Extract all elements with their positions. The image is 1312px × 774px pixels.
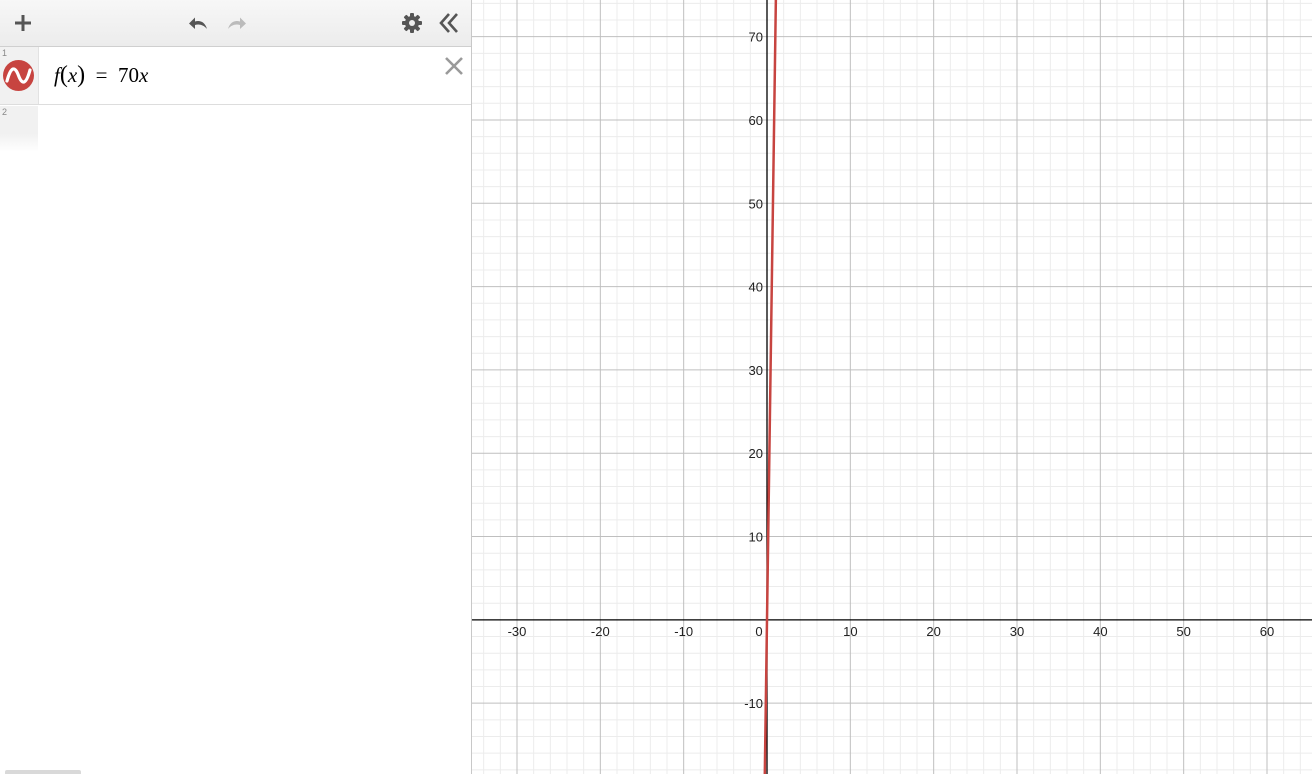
sine-wave-icon: [5, 67, 32, 84]
expression-toolbar: [0, 0, 471, 47]
panel-bottom-tab[interactable]: [5, 770, 81, 774]
rhs-coefficient: 70: [118, 63, 140, 87]
x-tick-label: -20: [591, 624, 610, 639]
x-tick-label: 10: [843, 624, 857, 639]
expression-row[interactable]: 1 f(x) = 70x: [0, 47, 471, 105]
y-tick-label: 70: [749, 30, 763, 45]
double-chevron-left-icon: [439, 13, 458, 33]
tick-labels: -30 -20 -10 0 10 20 30 40 50 60 -10 10 20 30 40 50 60 70: [508, 30, 1275, 712]
gear-icon: [402, 13, 422, 33]
function-variable: x: [67, 63, 78, 87]
delete-expression-button[interactable]: [443, 55, 465, 77]
rhs-variable: x: [139, 63, 149, 87]
y-tick-label: 30: [749, 363, 763, 378]
expression-index: 1: [2, 48, 8, 58]
redo-icon: [228, 17, 246, 29]
redo-button[interactable]: [222, 9, 250, 37]
expression-index: 2: [2, 107, 8, 117]
x-tick-label: -30: [508, 624, 527, 639]
x-tick-label: 0: [755, 624, 762, 639]
graph-canvas[interactable]: -30 -20 -10 0 10 20 30 40 50 60 -10 10 20 30 40 50 60 70: [472, 0, 1312, 774]
add-expression-button[interactable]: [9, 9, 37, 37]
x-tick-label: 20: [926, 624, 940, 639]
graph-visibility-toggle[interactable]: [3, 60, 34, 91]
x-tick-label: -10: [674, 624, 693, 639]
expression-formula[interactable]: f(x) = 70x: [54, 62, 148, 89]
plus-icon: [15, 15, 31, 31]
undo-button[interactable]: [185, 9, 213, 37]
y-tick-label: 20: [749, 446, 763, 461]
x-tick-label: 40: [1093, 624, 1107, 639]
x-tick-label: 60: [1260, 624, 1274, 639]
expression-gutter: 2: [0, 106, 38, 152]
close-icon: [445, 57, 463, 75]
undo-icon: [189, 17, 207, 29]
expression-panel: 1 f(x) = 70x 2: [0, 0, 472, 774]
minor-gridlines: [472, 0, 1312, 774]
collapse-panel-button[interactable]: [435, 9, 463, 37]
graph-paper[interactable]: -30 -20 -10 0 10 20 30 40 50 60 -10 10 20 30 40 50 60 70: [472, 0, 1312, 774]
x-tick-label: 30: [1010, 624, 1024, 639]
expression-gutter: 1: [0, 47, 39, 104]
y-tick-label: 40: [749, 280, 763, 295]
x-tick-label: 50: [1176, 624, 1190, 639]
y-tick-label: 10: [749, 530, 763, 545]
empty-expression-row[interactable]: 2: [0, 106, 471, 152]
y-tick-label: 60: [749, 113, 763, 128]
equals-sign: =: [95, 63, 108, 87]
settings-button[interactable]: [398, 9, 426, 37]
y-tick-label: -10: [744, 696, 763, 711]
y-tick-label: 50: [749, 196, 763, 211]
